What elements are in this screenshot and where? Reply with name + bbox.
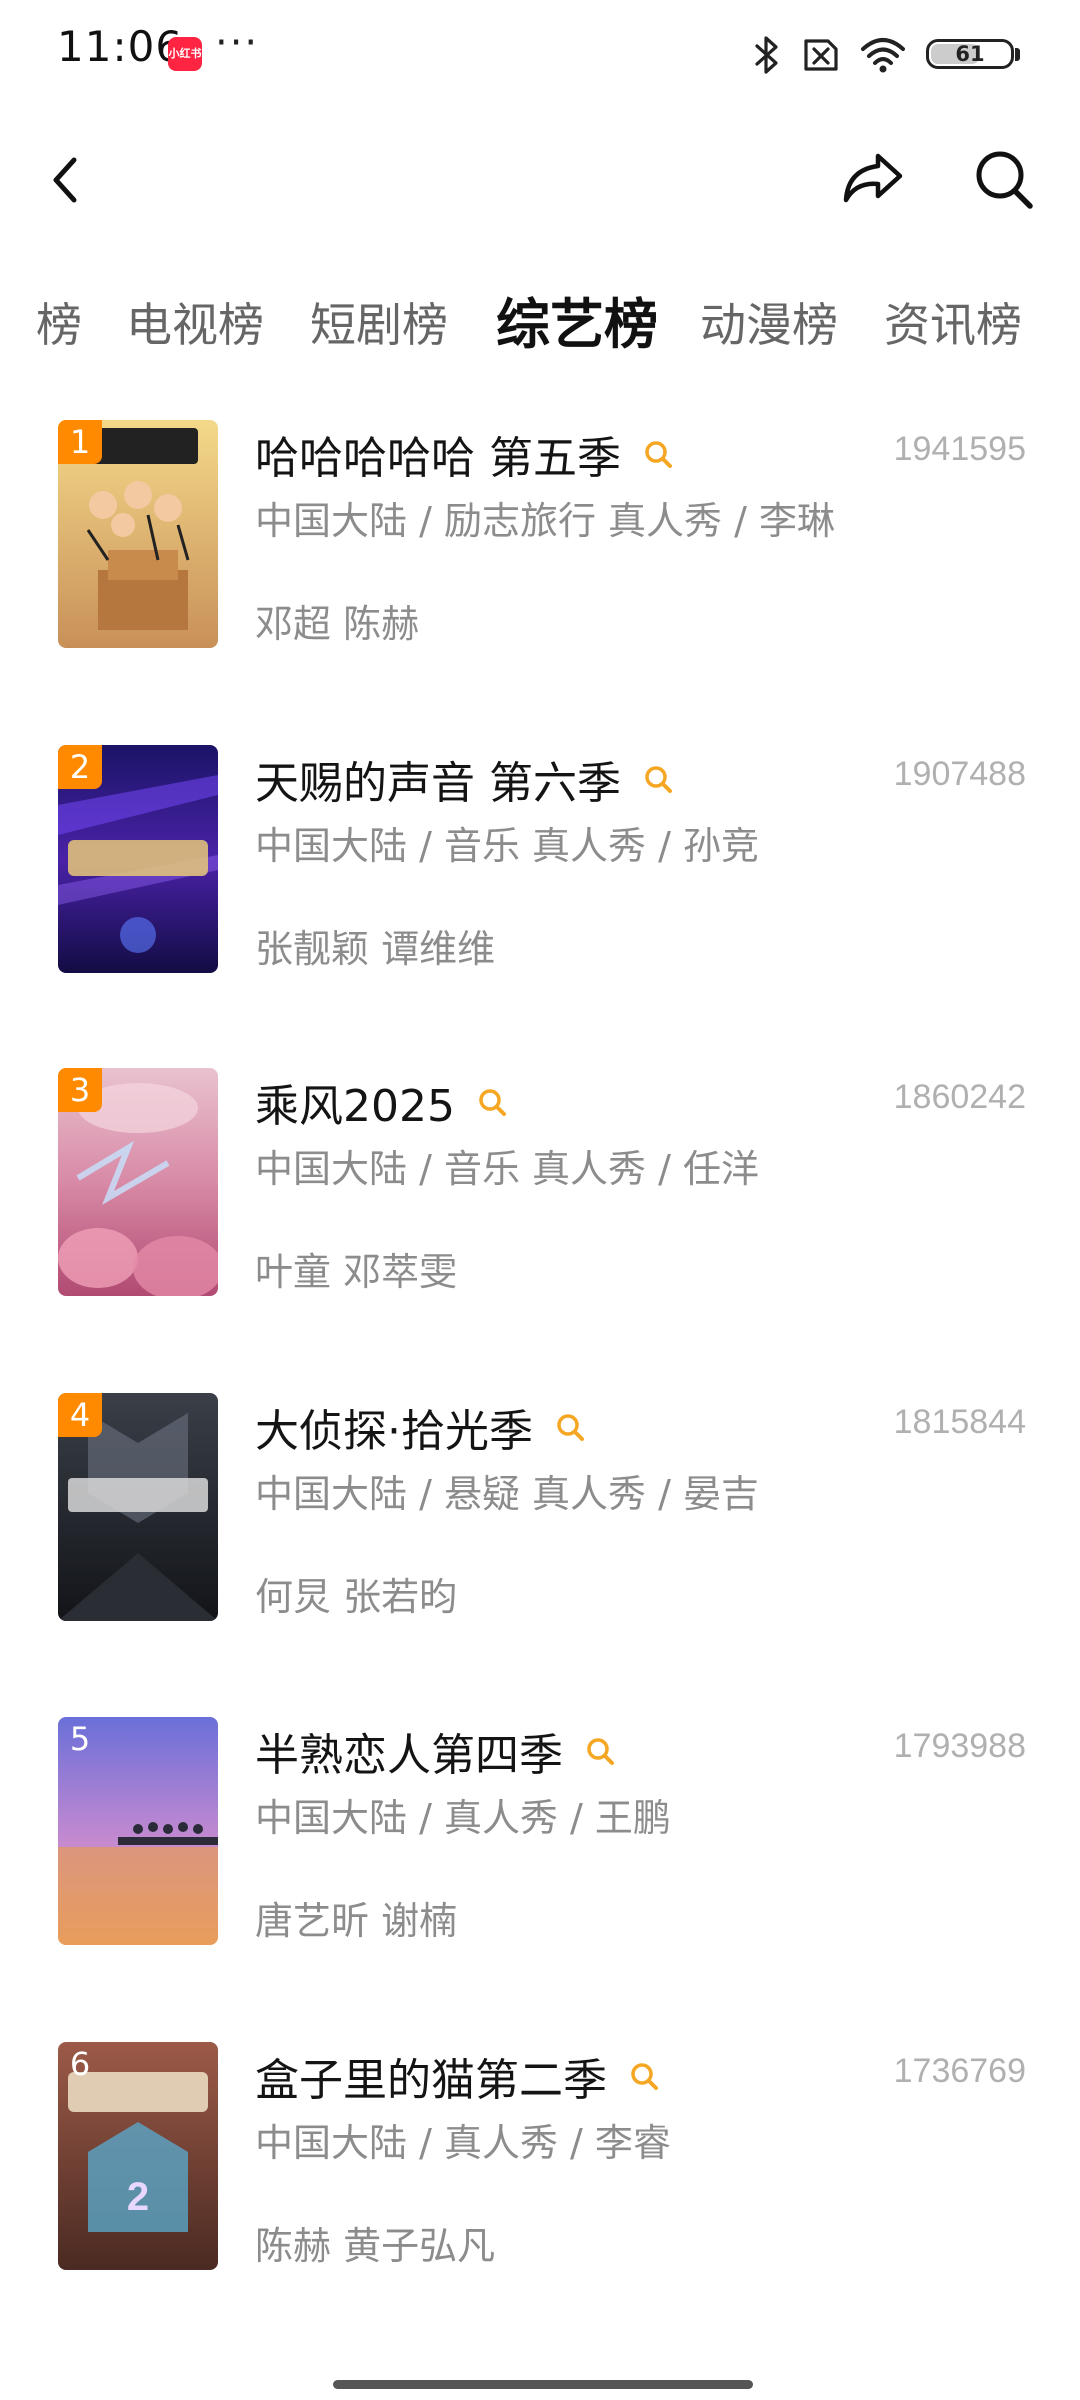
search-icon[interactable] — [643, 764, 673, 794]
title-row: 半熟恋人第四季 — [255, 1721, 615, 1781]
popularity-count: 1941595 — [893, 430, 1026, 468]
list-item[interactable]: 4 大侦探·拾光季 1815844 中国大陆 / 悬疑 真人秀 / 晏吉 何炅 … — [0, 1393, 1080, 1623]
title-row: 天赐的声音 第六季 — [255, 749, 673, 809]
search-icon[interactable] — [643, 439, 673, 469]
popularity-count: 1793988 — [893, 1727, 1026, 1765]
tab-partial-bang[interactable]: 榜 — [36, 280, 82, 370]
search-icon[interactable] — [555, 1412, 585, 1442]
back-button[interactable] — [40, 150, 90, 210]
title-row: 哈哈哈哈哈 第五季 — [255, 424, 673, 484]
bluetooth-icon — [755, 36, 778, 74]
tab-short-drama-ranking[interactable]: 短剧榜 — [310, 280, 448, 370]
show-title[interactable]: 盒子里的猫第二季 — [255, 2044, 607, 2108]
search-icon[interactable] — [585, 1736, 615, 1766]
show-title[interactable]: 哈哈哈哈哈 第五季 — [255, 422, 621, 486]
no-sim-icon — [804, 39, 838, 71]
rank-badge: 3 — [58, 1068, 102, 1112]
battery-tip — [1015, 48, 1020, 61]
tab-news-ranking[interactable]: 资讯榜 — [884, 280, 1022, 370]
list-item[interactable]: 3 乘风2025 1860242 中国大陆 / 音乐 真人秀 / 任洋 叶童 邓… — [0, 1068, 1080, 1298]
show-meta: 中国大陆 / 音乐 真人秀 / 孙竞 — [255, 824, 760, 868]
status-time: 11:06 — [57, 22, 184, 71]
list-item[interactable]: 5 半熟恋人第四季 1793988 中国大陆 / 真人秀 / 王鹏 唐艺昕 谢楠 — [0, 1717, 1080, 1947]
show-meta: 中国大陆 / 悬疑 真人秀 / 晏吉 — [255, 1472, 760, 1516]
more-notifications-icon: ··· — [215, 20, 260, 66]
tab-variety-ranking[interactable]: 综艺榜 — [496, 280, 658, 370]
show-meta: 中国大陆 / 真人秀 / 王鹏 — [255, 1796, 671, 1840]
show-cast: 何炅 张若昀 — [255, 1575, 458, 1619]
svg-text:2: 2 — [127, 2175, 149, 2219]
battery-level-text: 61 — [955, 42, 985, 66]
list-item[interactable]: 2 天赐的声音 第六季 1907488 中国大陆 / 音乐 真人秀 / 孙竞 张… — [0, 745, 1080, 975]
show-meta: 中国大陆 / 真人秀 / 李睿 — [255, 2121, 671, 2165]
show-meta: 中国大陆 / 音乐 真人秀 / 任洋 — [255, 1147, 760, 1191]
list-item[interactable]: 2 6 盒子里的猫第二季 1736769 中国大陆 / 真人秀 / 李睿 陈赫 … — [0, 2042, 1080, 2272]
share-button[interactable] — [840, 148, 906, 210]
popularity-count: 1907488 — [893, 755, 1026, 793]
show-cast: 唐艺昕 谢楠 — [255, 1899, 458, 1943]
category-tabs: 榜 电视榜 短剧榜 综艺榜 动漫榜 资讯榜 — [0, 280, 1080, 370]
search-icon[interactable] — [477, 1087, 507, 1117]
tab-tv-ranking[interactable]: 电视榜 — [126, 280, 264, 370]
battery-indicator: 61 — [926, 39, 1022, 71]
show-cast: 叶童 邓萃雯 — [255, 1250, 458, 1294]
show-cast: 张靓颖 谭维维 — [255, 927, 496, 971]
show-cast: 陈赫 黄子弘凡 — [255, 2224, 496, 2268]
show-title[interactable]: 天赐的声音 第六季 — [255, 747, 621, 811]
show-title[interactable]: 乘风2025 — [255, 1070, 455, 1134]
title-row: 大侦探·拾光季 — [255, 1397, 585, 1457]
popularity-count: 1860242 — [893, 1078, 1026, 1116]
status-icons: 61 — [754, 30, 1022, 80]
rank-badge: 6 — [69, 2045, 91, 2083]
rank-badge: 4 — [58, 1393, 102, 1437]
list-item[interactable]: 1 哈哈哈哈哈 第五季 1941595 中国大陆 / 励志旅行 真人秀 / 李琳… — [0, 420, 1080, 650]
rank-badge: 1 — [58, 420, 102, 464]
popularity-count: 1815844 — [893, 1403, 1026, 1441]
home-indicator[interactable] — [333, 2380, 753, 2389]
rank-badge: 5 — [69, 1720, 91, 1758]
rank-badge: 2 — [58, 745, 102, 789]
show-title[interactable]: 半熟恋人第四季 — [255, 1719, 563, 1783]
popularity-count: 1736769 — [893, 2052, 1026, 2090]
search-icon[interactable] — [629, 2061, 659, 2091]
tab-anime-ranking[interactable]: 动漫榜 — [700, 280, 838, 370]
wifi-icon — [861, 38, 905, 73]
title-row: 乘风2025 — [255, 1072, 507, 1132]
title-row: 盒子里的猫第二季 — [255, 2046, 659, 2106]
show-cast: 邓超 陈赫 — [255, 602, 420, 646]
status-bar: 11:06 小红书 ··· 61 — [0, 0, 1080, 108]
search-button[interactable] — [970, 146, 1036, 212]
xiaohongshu-app-icon: 小红书 — [168, 37, 202, 71]
show-meta: 中国大陆 / 励志旅行 真人秀 / 李琳 — [255, 499, 836, 543]
show-title[interactable]: 大侦探·拾光季 — [255, 1395, 533, 1459]
